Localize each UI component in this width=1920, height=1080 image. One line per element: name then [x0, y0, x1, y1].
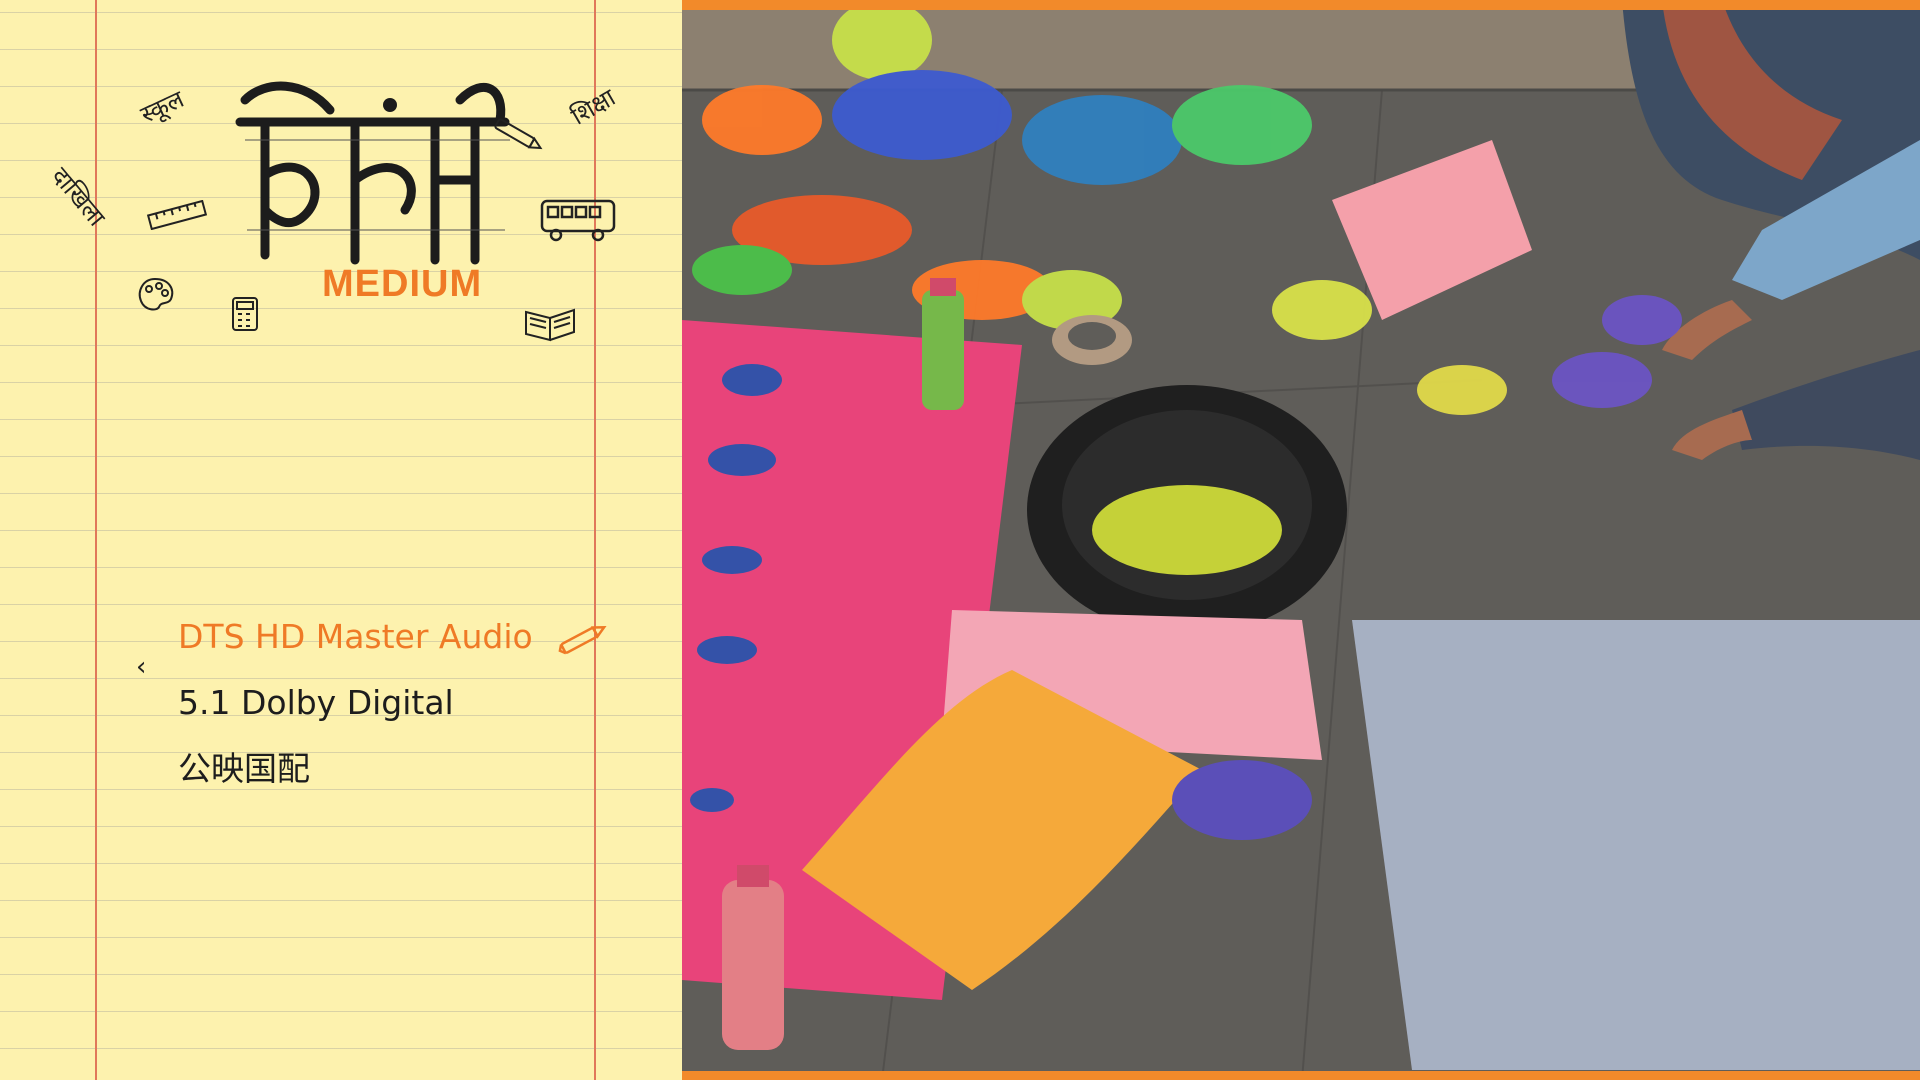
movie-logo: MEDIUM स्कूल शिक्षा दाखिला [40, 70, 640, 360]
logo-medium-text: MEDIUM [322, 263, 483, 305]
pen-icon [494, 118, 543, 150]
background-scene [682, 0, 1920, 1080]
calculator-icon [232, 297, 258, 331]
audio-option-dts-hd[interactable]: DTS HD Master Audio [178, 604, 609, 670]
palette-icon [138, 277, 174, 311]
doodle-word-school: स्कूल [136, 84, 189, 129]
bus-icon [540, 199, 616, 242]
doodle-word-education: शिक्षा [566, 83, 621, 131]
ruler-icon [146, 200, 208, 230]
audio-option-dolby-digital[interactable]: 5.1 Dolby Digital [178, 670, 609, 736]
book-icon [525, 308, 575, 342]
logo-hindi-wordmark [235, 81, 510, 265]
audio-menu: DTS HD Master Audio 5.1 Dolby Digital 公映… [178, 604, 609, 802]
notebook-panel: MEDIUM स्कूल शिक्षा दाखिला ‹ DTS HD Mast… [0, 0, 682, 1080]
scene-illustration [682, 0, 1920, 1080]
frame-bottom-bar [682, 1071, 1920, 1080]
doodle-word-admission: दाखिला [45, 162, 111, 232]
audio-option-mandarin-dub[interactable]: 公映国配 [178, 736, 609, 802]
frame-top-bar [682, 0, 1920, 10]
back-arrow-icon[interactable]: ‹ [136, 652, 146, 682]
pencil-icon [558, 625, 607, 654]
audio-option-label: DTS HD Master Audio [178, 617, 533, 656]
